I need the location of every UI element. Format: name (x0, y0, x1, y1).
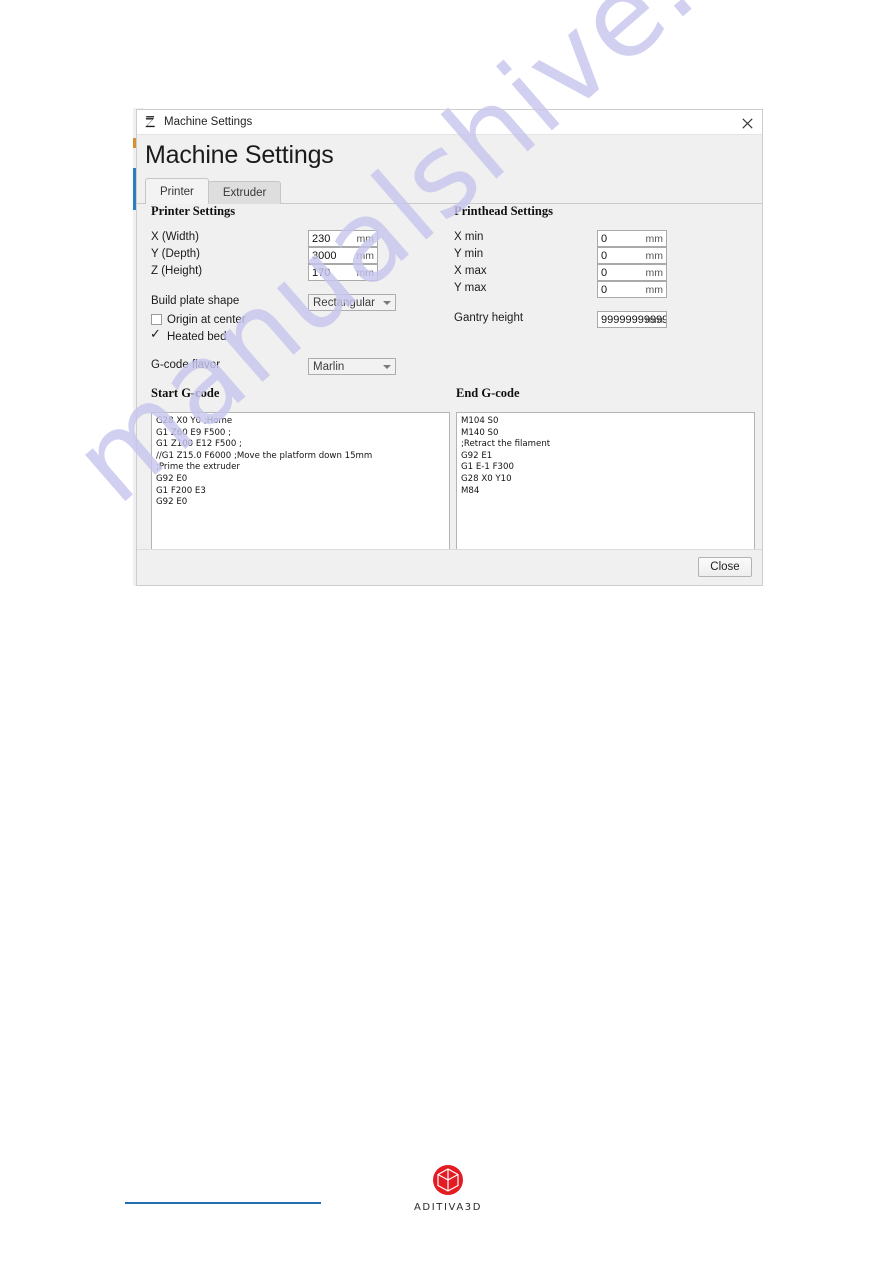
gantry-height-label: Gantry height (454, 312, 524, 324)
zortrax-z-icon (145, 116, 155, 128)
gcode-flavor-select[interactable]: Marlin (308, 358, 396, 375)
tab-extruder[interactable]: Extruder (207, 181, 282, 204)
close-x-glyph (741, 117, 753, 129)
y-min-input[interactable]: 0 mm (597, 247, 667, 264)
y-min-value: 0 (601, 249, 608, 262)
dialog-footer: Close (137, 549, 762, 585)
printer-settings-group: Printer Settings X (Width) 230 mm Y (Dep… (150, 204, 451, 375)
end-gcode-group: End G-code M104 S0 M140 S0 ;Retract the … (456, 386, 755, 564)
field-build-plate-shape: Build plate shape Rectangular (151, 294, 451, 311)
x-max-value: 0 (601, 266, 608, 279)
x-width-value: 230 (312, 232, 331, 245)
footer-rule (125, 1202, 321, 1204)
machine-settings-dialog: Machine Settings Machine Settings Printe… (136, 109, 763, 586)
origin-at-center-checkbox[interactable] (151, 314, 162, 325)
x-width-unit: mm (356, 232, 375, 245)
origin-at-center-label: Origin at center (167, 313, 246, 326)
heated-bed-row[interactable]: Heated bed (150, 327, 451, 345)
field-x-min-label: X min (454, 231, 484, 243)
tab-extruder-label: Extruder (222, 187, 267, 199)
y-depth-unit: mm (356, 249, 375, 262)
tab-printer[interactable]: Printer (145, 178, 209, 204)
field-gcode-flavor: G-code flavor Marlin (151, 358, 451, 375)
build-plate-shape-select[interactable]: Rectangular (308, 294, 396, 311)
page-canvas: manualshive.com Machine Settings Machine… (0, 0, 893, 1263)
field-y-depth-label: Y (Depth) (151, 248, 201, 260)
brand-name: ADITIVA3D (413, 1202, 483, 1213)
y-max-value: 0 (601, 283, 608, 296)
build-plate-shape-label: Build plate shape (151, 295, 240, 307)
x-max-input[interactable]: 0 mm (597, 264, 667, 281)
printer-tab-panel: Printer Settings X (Width) 230 mm Y (Dep… (137, 204, 762, 564)
z-height-input[interactable]: 170 mm (308, 264, 378, 281)
dialog-titlebar: Machine Settings (137, 110, 762, 135)
chevron-down-icon (383, 364, 391, 369)
y-depth-value: 3000 (312, 249, 337, 262)
printer-settings-heading: Printer Settings (151, 204, 236, 218)
printhead-settings-heading: Printhead Settings (454, 204, 553, 218)
field-z-height-label: Z (Height) (151, 265, 203, 277)
field-x-width-label: X (Width) (151, 231, 199, 243)
field-y-min: Y min 0 mm (454, 247, 754, 264)
x-min-input[interactable]: 0 mm (597, 230, 667, 247)
chevron-down-icon (383, 300, 391, 305)
dialog-title: Machine Settings (164, 116, 253, 128)
x-max-unit: mm (645, 266, 664, 279)
end-gcode-heading: End G-code (456, 386, 520, 400)
field-x-max-label: X max (454, 265, 487, 277)
field-y-min-label: Y min (454, 248, 484, 260)
gantry-height-unit: mm (645, 313, 664, 326)
start-gcode-heading: Start G-code (151, 386, 220, 400)
y-depth-input[interactable]: 3000 mm (308, 247, 378, 264)
close-button[interactable]: Close (698, 557, 752, 577)
tab-bar: Printer Extruder (145, 178, 282, 204)
brand-logo: ADITIVA3D (408, 1160, 488, 1213)
field-y-depth: Y (Depth) 3000 mm (151, 247, 451, 264)
field-x-width: X (Width) 230 mm (151, 230, 451, 247)
field-y-max-label: Y max (454, 282, 487, 294)
page-title: Machine Settings (145, 141, 334, 169)
heated-bed-label: Heated bed (167, 330, 227, 343)
heated-bed-checkbox[interactable] (150, 327, 162, 342)
build-plate-shape-value: Rectangular (313, 296, 376, 309)
start-gcode-group: Start G-code G28 X0 Y0 ;Home G1 Z60 E9 F… (151, 386, 450, 564)
x-width-input[interactable]: 230 mm (308, 230, 378, 247)
y-min-unit: mm (645, 249, 664, 262)
end-gcode-textarea[interactable]: M104 S0 M140 S0 ;Retract the filament G9… (456, 412, 755, 564)
y-max-input[interactable]: 0 mm (597, 281, 667, 298)
aditiva3d-cube-icon (433, 1165, 463, 1195)
origin-at-center-row[interactable]: Origin at center (151, 311, 451, 328)
field-x-max: X max 0 mm (454, 264, 754, 281)
x-min-value: 0 (601, 232, 608, 245)
printhead-settings-group: Printhead Settings X min 0 mm Y min 0 mm (454, 204, 754, 328)
z-height-value: 170 (312, 266, 331, 279)
start-gcode-textarea[interactable]: G28 X0 Y0 ;Home G1 Z60 E9 F500 ; G1 Z100… (151, 412, 450, 564)
field-x-min: X min 0 mm (454, 230, 754, 247)
gcode-flavor-value: Marlin (313, 360, 345, 373)
gantry-height-input[interactable]: 99999999999 mm (597, 311, 667, 328)
tab-printer-label: Printer (160, 185, 194, 198)
field-z-height: Z (Height) 170 mm (151, 264, 451, 281)
field-y-max: Y max 0 mm (454, 281, 754, 298)
field-gantry-height: Gantry height 99999999999 mm (454, 311, 754, 328)
close-icon[interactable] (738, 114, 756, 132)
y-max-unit: mm (645, 283, 664, 296)
gcode-flavor-label: G-code flavor (151, 359, 221, 371)
z-height-unit: mm (356, 266, 375, 279)
x-min-unit: mm (645, 232, 664, 245)
